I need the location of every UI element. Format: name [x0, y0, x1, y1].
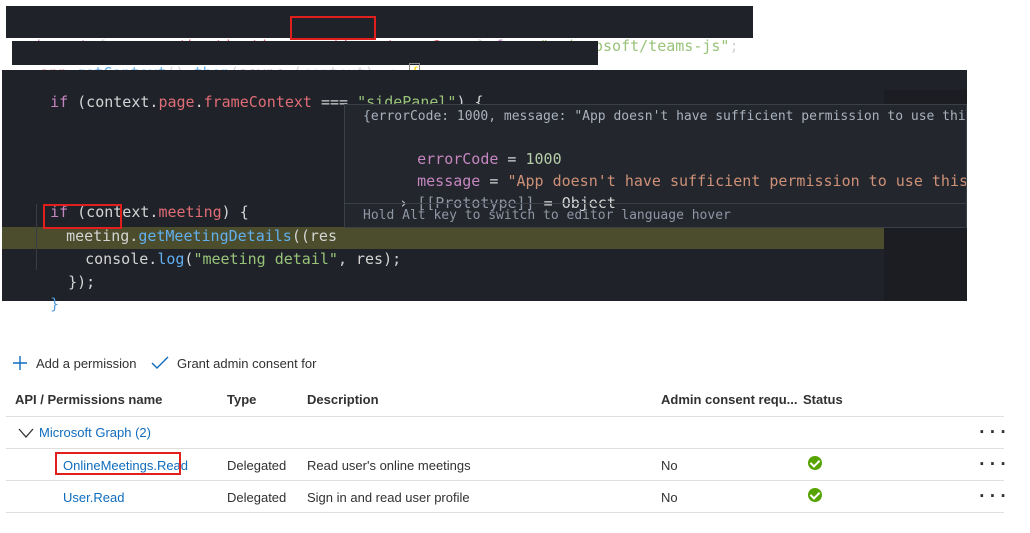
column-header-type[interactable]: Type	[227, 392, 256, 407]
annotation-box-meeting-import	[290, 16, 376, 40]
code-line-6: console.log("meeting detail", res);	[67, 229, 401, 269]
chevron-down-icon[interactable]	[18, 427, 34, 439]
grant-consent-label: Grant admin consent for	[177, 355, 317, 371]
context-text: (context.	[68, 93, 159, 111]
row-2-divider	[6, 512, 1004, 513]
hover-divider	[345, 203, 966, 204]
annotation-box-permission	[55, 452, 181, 475]
column-header-status[interactable]: Status	[803, 392, 843, 407]
code-line-8: }	[32, 274, 59, 314]
row-1-type: Delegated	[227, 458, 287, 473]
row-2-admin-consent: No	[661, 490, 678, 505]
args-text: , res);	[337, 250, 402, 268]
row-1-divider	[6, 480, 1004, 481]
row-1-description: Read user's online meetings	[307, 458, 471, 473]
checkmark-icon	[151, 356, 169, 369]
permission-link-userread[interactable]: User.Read	[63, 490, 124, 505]
close-brace-text: }	[50, 295, 60, 313]
page-property: page	[158, 93, 195, 111]
indent-guide	[36, 204, 37, 270]
dot-text: .	[194, 93, 204, 111]
column-header-description[interactable]: Description	[307, 392, 379, 407]
meeting-detail-string: "meeting detail"	[193, 250, 338, 268]
more-options-icon[interactable]: ···	[977, 422, 1009, 441]
column-header-name[interactable]: API / Permissions name	[15, 392, 162, 407]
framecontext-property: frameContext	[203, 93, 312, 111]
group-divider	[6, 448, 1004, 449]
header-divider	[6, 416, 1004, 417]
plus-icon	[13, 356, 27, 370]
group-row-microsoft-graph[interactable]: Microsoft Graph (2)	[18, 425, 151, 440]
row-1-admin-consent: No	[661, 458, 678, 473]
close-callback-text: });	[68, 273, 96, 291]
if-keyword: if	[50, 93, 69, 111]
annotation-box-meeting-call	[43, 204, 122, 229]
more-options-icon[interactable]: ···	[977, 486, 1009, 505]
granted-status-icon	[808, 488, 822, 502]
hover-footer: Hold Alt key to switch to editor languag…	[363, 208, 731, 223]
row-2-type: Delegated	[227, 490, 287, 505]
row-2-description: Sign in and read user profile	[307, 490, 470, 505]
more-options-icon[interactable]: ···	[977, 454, 1009, 473]
log-call: log	[157, 250, 185, 268]
group-label[interactable]: Microsoft Graph (2)	[39, 425, 151, 440]
add-permission-button[interactable]: Add a permission	[12, 355, 136, 371]
grant-consent-button[interactable]: Grant admin consent for	[151, 355, 316, 371]
add-permission-label: Add a permission	[36, 355, 137, 371]
debug-hover-popup: {errorCode: 1000, message: "App doesn't …	[344, 104, 967, 228]
granted-status-icon	[808, 456, 822, 470]
column-header-admin-consent[interactable]: Admin consent requ...	[661, 392, 798, 407]
dot-text: .	[148, 250, 158, 268]
hover-summary: {errorCode: 1000, message: "App doesn't …	[363, 109, 967, 124]
semicolon-text: ;	[729, 37, 739, 55]
